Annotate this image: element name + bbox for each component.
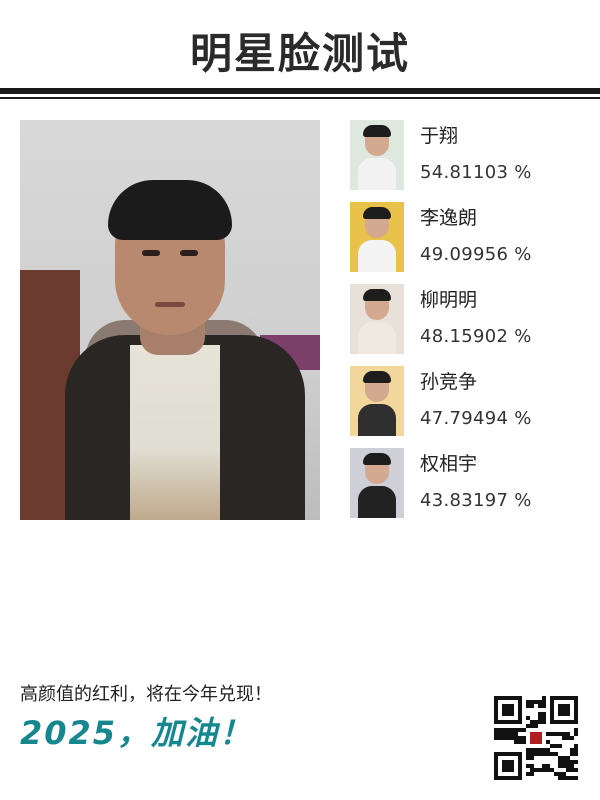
similarity-score: 54.81103 %	[420, 162, 532, 183]
celebrity-thumbnail	[350, 366, 404, 436]
header-divider-thick	[0, 88, 600, 94]
match-item: 柳明明 48.15902 %	[350, 284, 590, 366]
celebrity-thumbnail	[350, 120, 404, 190]
celebrity-name: 李逸朗	[420, 207, 478, 229]
celebrity-name: 柳明明	[420, 289, 478, 311]
left-eye	[142, 250, 160, 256]
match-item: 权相宇 43.83197 %	[350, 448, 590, 530]
celebrity-name: 孙竞争	[420, 371, 478, 393]
header-divider-thin	[0, 97, 600, 99]
user-photo	[20, 120, 320, 520]
match-item: 孙竞争 47.79494 %	[350, 366, 590, 448]
similarity-score: 49.09956 %	[420, 244, 532, 265]
mouth	[155, 302, 185, 307]
page-title: 明星脸测试	[189, 29, 410, 78]
slogan-text: 高颜值的红利，将在今年兑现！	[20, 684, 272, 705]
sweater	[130, 345, 220, 520]
cheer-text: 2025，加油！	[20, 714, 254, 752]
match-list: 于翔 54.81103 % 李逸朗 49.09956 % 柳明明 48.1590…	[350, 120, 590, 530]
match-item: 李逸朗 49.09956 %	[350, 202, 590, 284]
similarity-score: 43.83197 %	[420, 490, 532, 511]
match-item: 于翔 54.81103 %	[350, 120, 590, 202]
hair	[108, 180, 232, 240]
celebrity-name: 于翔	[420, 125, 459, 147]
qr-code-icon[interactable]	[494, 696, 578, 780]
similarity-score: 47.79494 %	[420, 408, 532, 429]
celebrity-thumbnail	[350, 284, 404, 354]
celebrity-thumbnail	[350, 448, 404, 518]
celebrity-name: 权相宇	[420, 453, 478, 475]
celebrity-thumbnail	[350, 202, 404, 272]
similarity-score: 48.15902 %	[420, 326, 532, 347]
right-eye	[180, 250, 198, 256]
